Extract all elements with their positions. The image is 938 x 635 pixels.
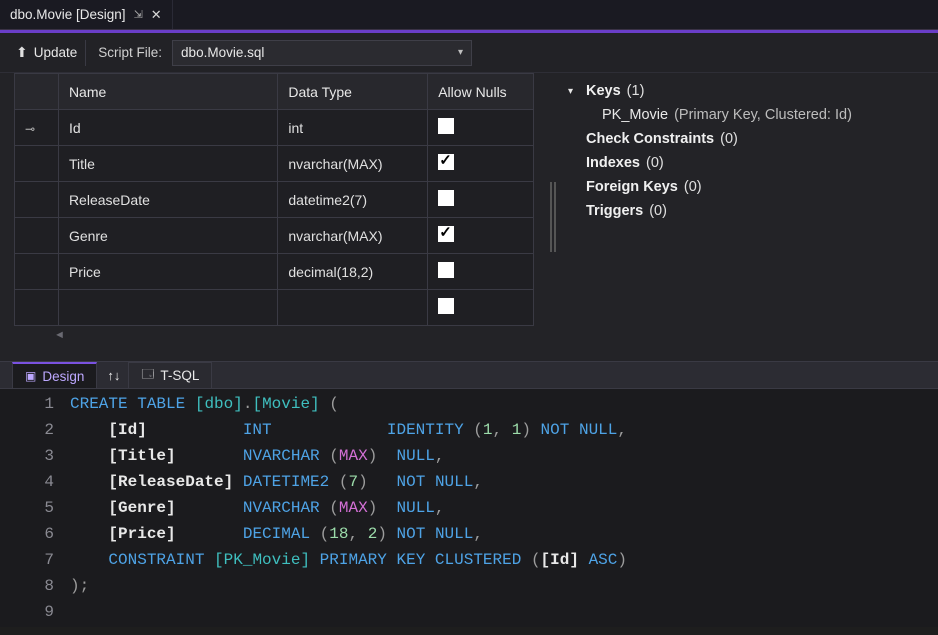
horizontal-scroll-stub[interactable]: ◄ [14,326,546,344]
design-split-area: Name Data Type Allow Nulls ⊸ IdintTitlenv… [0,73,938,361]
allow-nulls-checkbox[interactable] [438,154,454,170]
document-tab[interactable]: dbo.Movie [Design] ⇲ ✕ [0,0,173,29]
tree-pk-name: PK_Movie [602,107,668,123]
table-row[interactable]: ReleaseDatedatetime2(7) [15,182,534,218]
tree-trg-label: Triggers [586,203,643,219]
row-name-cell[interactable] [58,290,277,326]
table-row[interactable]: ⊸ Idint [15,110,534,146]
code-content[interactable]: CREATE TABLE [dbo].[Movie] ( [Id] INT ID… [70,389,627,627]
columns-grid-wrap: Name Data Type Allow Nulls ⊸ IdintTitlenv… [0,73,546,361]
row-nulls-cell[interactable] [428,254,534,290]
tab-tsql[interactable]: 🗔 T-SQL [128,362,212,388]
row-type-cell[interactable]: nvarchar(MAX) [278,146,428,182]
grid-header-nulls[interactable]: Allow Nulls [428,74,534,110]
swap-icon[interactable]: ↑↓ [99,362,128,388]
row-type-cell[interactable]: datetime2(7) [278,182,428,218]
update-button[interactable]: ⬆ Update [8,40,86,66]
script-file-dropdown[interactable]: dbo.Movie.sql ▾ [172,40,472,66]
allow-nulls-checkbox[interactable] [438,226,454,242]
pin-icon[interactable]: ⇲ [134,8,143,21]
allow-nulls-checkbox[interactable] [438,118,454,134]
table-row[interactable]: Titlenvarchar(MAX) [15,146,534,182]
row-type-cell[interactable]: decimal(18,2) [278,254,428,290]
tab-design[interactable]: ▣ Design [12,362,97,388]
row-key-cell[interactable] [15,254,59,290]
upload-icon: ⬆ [16,44,28,61]
tree-node-check[interactable]: Check Constraints (0) [568,131,930,147]
tree-keys-count: (1) [627,83,645,99]
row-type-cell[interactable]: int [278,110,428,146]
row-key-cell[interactable] [15,146,59,182]
tree-pk-desc: (Primary Key, Clustered: Id) [674,107,852,123]
design-icon: ▣ [25,369,36,383]
allow-nulls-checkbox[interactable] [438,262,454,278]
tab-design-label: Design [42,369,84,384]
row-key-cell[interactable] [15,290,59,326]
row-nulls-cell[interactable] [428,218,534,254]
script-file-label: Script File: [92,45,162,60]
row-type-cell[interactable]: nvarchar(MAX) [278,218,428,254]
row-name-cell[interactable]: Title [58,146,277,182]
script-file-value: dbo.Movie.sql [181,45,264,60]
table-row[interactable]: Genrenvarchar(MAX) [15,218,534,254]
document-tab-bar: dbo.Movie [Design] ⇲ ✕ [0,0,938,30]
row-name-cell[interactable]: Price [58,254,277,290]
row-nulls-cell[interactable] [428,110,534,146]
grid-header-key[interactable] [15,74,59,110]
tree-fk-label: Foreign Keys [586,179,678,195]
row-name-cell[interactable]: Id [58,110,277,146]
table-properties-tree: ▾ Keys (1) PK_Movie (Primary Key, Cluste… [560,73,938,361]
tree-node-fk[interactable]: Foreign Keys (0) [568,179,930,195]
tsql-icon: 🗔 [141,365,154,386]
allow-nulls-checkbox[interactable] [438,190,454,206]
vertical-splitter[interactable] [546,73,560,361]
table-row[interactable]: Pricedecimal(18,2) [15,254,534,290]
tree-node-triggers[interactable]: Triggers (0) [568,203,930,219]
row-type-cell[interactable] [278,290,428,326]
code-editor[interactable]: 123456789 CREATE TABLE [dbo].[Movie] ( [… [0,389,938,627]
row-nulls-cell[interactable] [428,182,534,218]
allow-nulls-checkbox[interactable] [438,298,454,314]
row-nulls-cell[interactable] [428,290,534,326]
pane-tab-bar: ▣ Design ↑↓ 🗔 T-SQL [0,361,938,389]
tree-node-pk[interactable]: PK_Movie (Primary Key, Clustered: Id) [602,107,930,123]
row-key-cell[interactable] [15,218,59,254]
line-gutter: 123456789 [0,389,70,627]
row-nulls-cell[interactable] [428,146,534,182]
close-icon[interactable]: ✕ [151,7,162,23]
designer-toolbar: ⬆ Update Script File: dbo.Movie.sql ▾ [0,33,938,73]
grid-header-name[interactable]: Name [58,74,277,110]
splitter-grip-icon [550,182,556,252]
tree-node-indexes[interactable]: Indexes (0) [568,155,930,171]
columns-grid[interactable]: Name Data Type Allow Nulls ⊸ IdintTitlenv… [14,73,534,326]
row-name-cell[interactable]: ReleaseDate [58,182,277,218]
caret-down-icon: ▾ [568,86,580,97]
tab-tsql-label: T-SQL [160,368,199,383]
tree-idx-label: Indexes [586,155,640,171]
row-key-cell[interactable]: ⊸ [15,110,59,146]
tree-idx-count: (0) [646,155,664,171]
update-button-label: Update [34,45,78,60]
tree-fk-count: (0) [684,179,702,195]
chevron-down-icon: ▾ [458,47,463,58]
document-tab-title: dbo.Movie [Design] [10,7,126,22]
row-name-cell[interactable]: Genre [58,218,277,254]
tree-trg-count: (0) [649,203,667,219]
row-key-cell[interactable] [15,182,59,218]
primary-key-icon: ⊸ [25,122,35,136]
tree-check-label: Check Constraints [586,131,714,147]
tree-check-count: (0) [720,131,738,147]
tree-node-keys[interactable]: ▾ Keys (1) [568,83,930,99]
grid-header-type[interactable]: Data Type [278,74,428,110]
tree-keys-label: Keys [586,83,621,99]
table-row[interactable] [15,290,534,326]
